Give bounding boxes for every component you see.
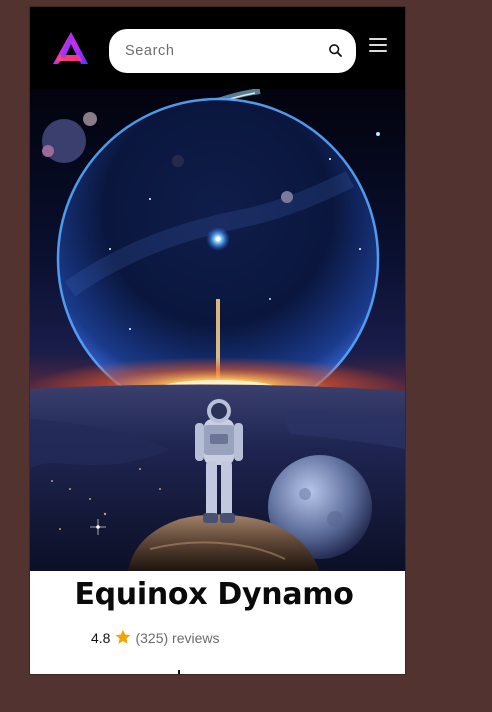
- hero-image: [30, 89, 405, 571]
- reviews-count-link[interactable]: (325) reviews: [135, 627, 219, 649]
- search-input[interactable]: [125, 40, 315, 62]
- star-icon: [116, 629, 131, 644]
- search-bar: [109, 29, 356, 73]
- mobile-viewport: Equinox Dynamo 4.8 (325) reviews: [30, 7, 405, 674]
- brand-logo[interactable]: [52, 31, 90, 65]
- product-rating: 4.8 (325) reviews: [91, 627, 220, 649]
- search-button[interactable]: [326, 41, 346, 61]
- top-navbar: [30, 7, 405, 89]
- a-letter-logo-icon: [53, 32, 88, 64]
- product-title: Equinox Dynamo: [74, 577, 354, 612]
- divider-mark: [178, 670, 180, 674]
- search-icon: [329, 44, 342, 57]
- hamburger-menu-icon: [369, 38, 387, 40]
- hamburger-menu-button[interactable]: [369, 38, 389, 54]
- astronaut-planet-illustration: [30, 89, 405, 571]
- rating-value: 4.8: [91, 630, 111, 646]
